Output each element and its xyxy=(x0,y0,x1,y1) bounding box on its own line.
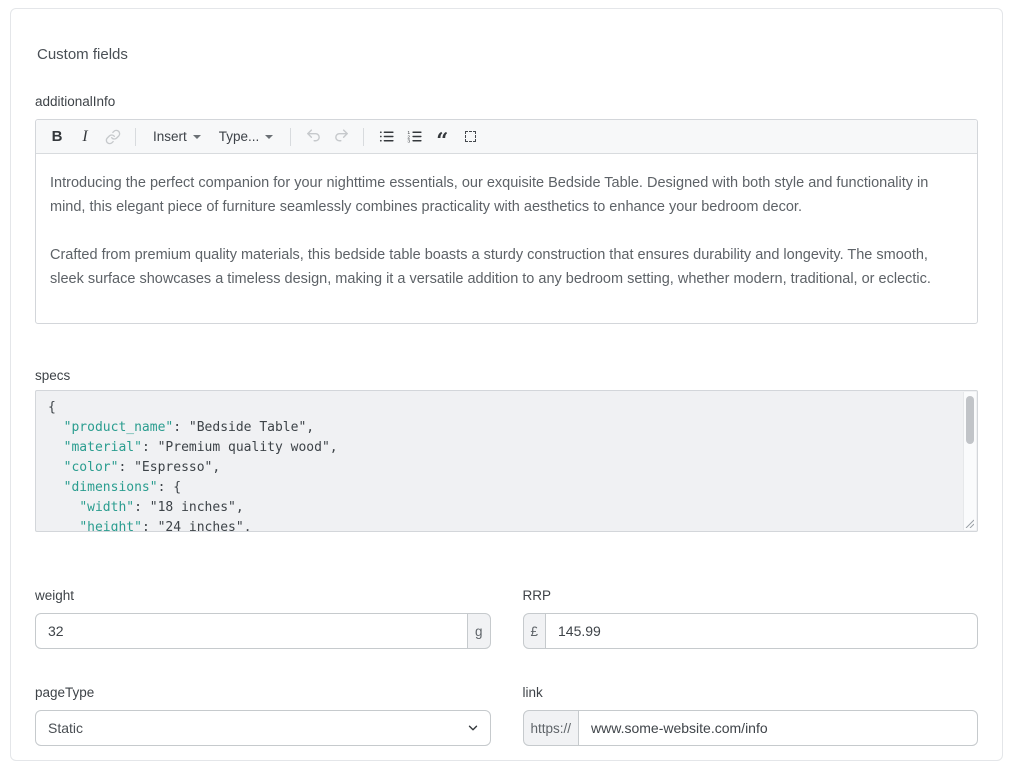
specs-label: specs xyxy=(35,368,978,384)
pagetype-select[interactable]: Static xyxy=(35,710,491,746)
pagetype-select-wrap: Static xyxy=(35,710,491,746)
additional-info-label: additionalInfo xyxy=(35,94,978,110)
weight-rrp-row: weight g RRP £ xyxy=(35,588,978,649)
editor-paragraph: Crafted from premium quality materials, … xyxy=(50,243,963,291)
insert-dropdown-label: Insert xyxy=(153,129,187,144)
code-line: "material": "Premium quality wood", xyxy=(48,438,953,458)
bullet-list-button[interactable] xyxy=(373,124,399,150)
bold-button[interactable]: B xyxy=(44,124,70,150)
specs-code: { "product_name": "Bedside Table", "mate… xyxy=(36,391,977,532)
rrp-field-group: RRP £ xyxy=(523,588,979,649)
weight-input-group: g xyxy=(35,613,491,649)
code-line: "dimensions": { xyxy=(48,478,953,498)
rich-text-editor: B I Insert Type... xyxy=(35,119,978,324)
link-icon xyxy=(105,129,121,145)
bullet-list-icon xyxy=(378,128,395,145)
editor-toolbar: B I Insert Type... xyxy=(36,120,977,154)
custom-fields-panel: Custom fields additionalInfo B I Insert … xyxy=(10,8,1003,761)
code-line: "color": "Espresso", xyxy=(48,458,953,478)
specs-scrollbar[interactable] xyxy=(963,392,976,530)
undo-button[interactable] xyxy=(300,124,326,150)
pagetype-field-group: pageType Static xyxy=(35,685,491,746)
type-dropdown-label: Type... xyxy=(219,129,260,144)
code-line: { xyxy=(48,398,953,418)
chevron-down-icon xyxy=(265,135,273,139)
code-line: "product_name": "Bedside Table", xyxy=(48,418,953,438)
toolbar-separator xyxy=(135,128,136,146)
pagetype-link-row: pageType Static link https:// xyxy=(35,685,978,746)
blockquote-button[interactable]: “ xyxy=(429,124,455,150)
rrp-label: RRP xyxy=(523,588,979,604)
link-label: link xyxy=(523,685,979,701)
dashed-square-button[interactable] xyxy=(457,124,483,150)
dashed-square-icon xyxy=(465,131,476,142)
weight-input[interactable] xyxy=(35,613,468,649)
code-line: "width": "18 inches", xyxy=(48,498,953,518)
insert-dropdown[interactable]: Insert xyxy=(145,124,209,150)
redo-icon xyxy=(333,128,350,145)
type-dropdown[interactable]: Type... xyxy=(211,124,282,150)
toolbar-separator xyxy=(363,128,364,146)
svg-text:3: 3 xyxy=(407,139,410,145)
ordered-list-icon: 123 xyxy=(406,128,423,145)
specs-textarea[interactable]: { "product_name": "Bedside Table", "mate… xyxy=(35,390,978,532)
ordered-list-button[interactable]: 123 xyxy=(401,124,427,150)
resize-handle-icon[interactable] xyxy=(964,518,974,528)
weight-label: weight xyxy=(35,588,491,604)
toolbar-separator xyxy=(290,128,291,146)
link-field-group: link https:// xyxy=(523,685,979,746)
italic-button[interactable]: I xyxy=(72,124,98,150)
undo-icon xyxy=(305,128,322,145)
weight-field-group: weight g xyxy=(35,588,491,649)
code-line: "height": "24 inches", xyxy=(48,518,953,532)
link-input-group: https:// xyxy=(523,710,979,746)
chevron-down-icon xyxy=(193,135,201,139)
scrollbar-thumb[interactable] xyxy=(966,396,974,444)
link-input[interactable] xyxy=(578,710,978,746)
rrp-input[interactable] xyxy=(545,613,978,649)
protocol-addon: https:// xyxy=(523,710,580,746)
editor-content[interactable]: Introducing the perfect companion for yo… xyxy=(36,154,977,323)
weight-unit-addon: g xyxy=(467,613,491,649)
redo-button[interactable] xyxy=(328,124,354,150)
editor-paragraph: Introducing the perfect companion for yo… xyxy=(50,171,963,219)
link-button[interactable] xyxy=(100,124,126,150)
panel-title: Custom fields xyxy=(37,46,978,63)
blockquote-icon: “ xyxy=(436,136,448,146)
pagetype-label: pageType xyxy=(35,685,491,701)
currency-addon: £ xyxy=(523,613,547,649)
rrp-input-group: £ xyxy=(523,613,979,649)
